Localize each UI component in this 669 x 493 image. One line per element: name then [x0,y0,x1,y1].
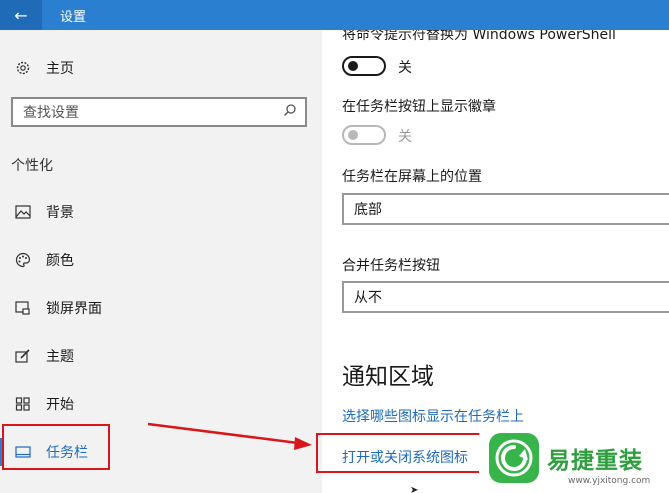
annotation-arrow [147,422,312,450]
refresh-logo-icon [489,433,539,483]
mouse-cursor-icon: ➤ [410,485,419,493]
watermark-url: www.yjxitong.com [568,476,651,486]
watermark-brand: 易捷重装 [547,448,643,474]
